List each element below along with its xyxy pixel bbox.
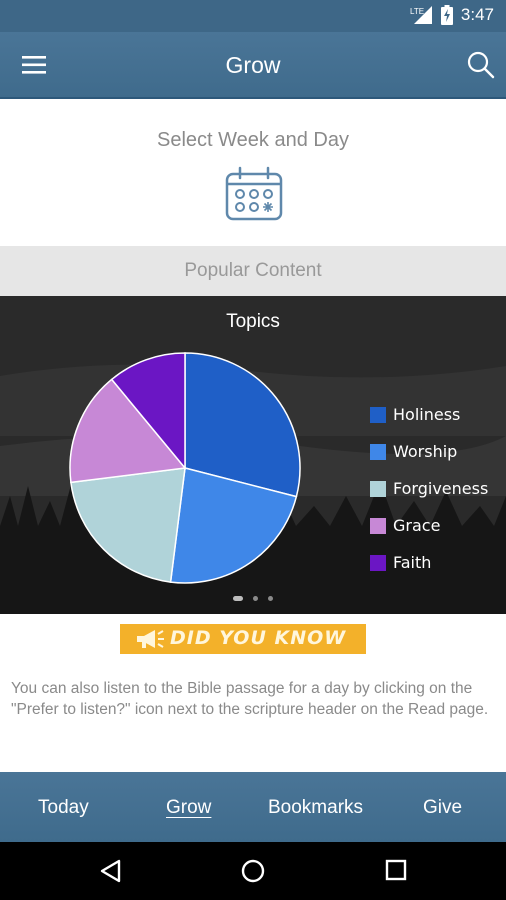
- status-bar: LTE 3:47: [0, 0, 506, 32]
- legend-item-holiness: Holiness: [370, 396, 488, 433]
- svg-text:LTE: LTE: [410, 7, 424, 16]
- nav-give[interactable]: Give: [423, 797, 462, 819]
- calendar-icon: [225, 166, 283, 221]
- legend-label: Grace: [393, 516, 441, 535]
- back-icon[interactable]: [99, 859, 123, 883]
- did-you-know-text: You can also listen to the Bible passage…: [11, 680, 489, 718]
- topics-chart-card[interactable]: Topics Holiness Worship Forgiveness Grace Fa…: [0, 296, 506, 614]
- bottom-navigation: Today Grow Bookmarks Give: [0, 772, 506, 842]
- nav-today[interactable]: Today: [38, 797, 89, 819]
- system-navigation-bar: [0, 842, 506, 900]
- legend-swatch: [370, 480, 386, 497]
- carousel-dot: [253, 596, 258, 601]
- legend-item-forgiveness: Forgiveness: [370, 470, 488, 507]
- popular-content-label: Popular Content: [184, 260, 322, 281]
- battery-charging-icon: [440, 5, 453, 25]
- select-week-label: Select Week and Day: [157, 129, 349, 151]
- pie-slice-forgiveness[interactable]: [70, 467, 186, 583]
- carousel-indicator: [0, 596, 506, 601]
- carousel-dot: [268, 596, 273, 601]
- legend-label: Faith: [393, 553, 432, 572]
- legend-item-faith: Faith: [370, 544, 488, 581]
- nav-grow[interactable]: Grow: [166, 797, 211, 819]
- legend-swatch: [370, 554, 386, 571]
- legend-label: Holiness: [393, 405, 461, 424]
- carousel-dot-active: [233, 596, 243, 601]
- did-you-know-title: DID YOU KNOW: [170, 627, 347, 649]
- status-icons: LTE 3:47: [409, 5, 494, 25]
- popular-content-header: Popular Content: [0, 246, 506, 296]
- home-icon[interactable]: [241, 859, 265, 883]
- legend-swatch: [370, 443, 386, 460]
- select-week-day-button[interactable]: Select Week and Day: [0, 99, 506, 246]
- lte-signal-icon: LTE: [410, 6, 432, 24]
- megaphone-icon: [137, 630, 164, 648]
- legend-item-grace: Grace: [370, 507, 488, 544]
- search-icon[interactable]: [466, 50, 496, 80]
- page-title: Grow: [225, 52, 281, 78]
- recents-icon[interactable]: [385, 859, 407, 881]
- legend-item-worship: Worship: [370, 433, 488, 470]
- legend-label: Forgiveness: [393, 479, 489, 498]
- clock: 3:47: [460, 5, 494, 24]
- app-bar: Grow: [0, 32, 506, 98]
- did-you-know-banner: DID YOU KNOW: [120, 624, 366, 654]
- nav-bookmarks[interactable]: Bookmarks: [268, 797, 363, 819]
- legend-swatch: [370, 517, 386, 534]
- legend-swatch: [370, 406, 386, 423]
- legend-label: Worship: [393, 442, 458, 461]
- chart-legend: Holiness Worship Forgiveness Grace Faith: [370, 396, 488, 581]
